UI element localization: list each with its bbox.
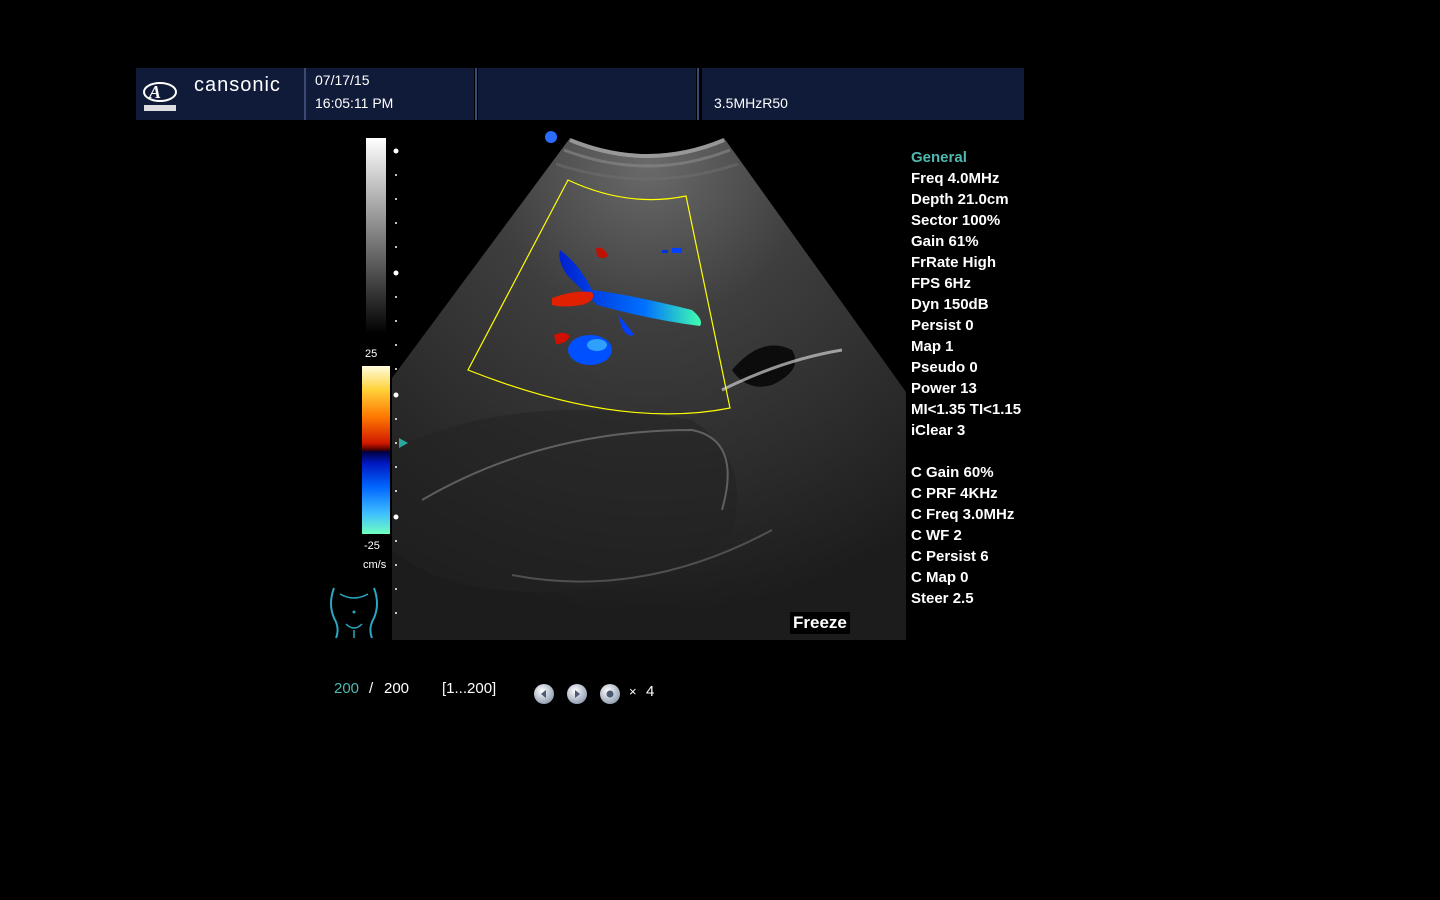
- probe-label: 3.5MHzR50: [714, 95, 788, 111]
- stop-button[interactable]: [600, 684, 620, 704]
- header-divider: [475, 68, 477, 120]
- parameter-item: C Map 0: [911, 569, 969, 586]
- velocity-max-label: 25: [365, 348, 378, 360]
- cine-separator: /: [369, 680, 374, 697]
- parameter-item: Sector 100%: [911, 212, 1001, 229]
- liver-contour: [392, 410, 737, 592]
- cine-total-frames: 200: [384, 680, 410, 697]
- parameter-item: Gain 61%: [911, 233, 979, 250]
- parameter-item: FPS 6Hz: [911, 275, 972, 292]
- flow-blue-dot: [672, 248, 682, 253]
- exam-date: 07/17/15: [315, 72, 370, 88]
- parameter-item: Pseudo 0: [911, 359, 978, 376]
- flow-blue-dot: [662, 250, 668, 253]
- parameter-item: iClear 3: [911, 422, 966, 439]
- parameter-item: Map 1: [911, 338, 954, 355]
- datetime-panel: 07/17/15 16:05:11 PM: [306, 68, 474, 120]
- parameter-item: Power 13: [911, 380, 977, 397]
- exam-time: 16:05:11 PM: [315, 95, 394, 111]
- previous-frame-button[interactable]: [534, 684, 554, 704]
- probe-orientation-marker: [545, 131, 557, 143]
- probe-panel: 3.5MHzR50: [702, 68, 1024, 120]
- parameter-panel: General Freq 4.0MHz Depth 21.0cm Sector 100…: [911, 147, 1024, 609]
- previous-frame-icon: [541, 690, 546, 698]
- speed-multiplier-symbol: ×: [629, 684, 637, 699]
- play-icon: [575, 690, 580, 698]
- header-divider: [697, 68, 699, 120]
- parameter-item: C Gain 60%: [911, 464, 994, 481]
- cansonic-logo-icon: A: [143, 82, 177, 111]
- parameter-item: MI<1.35 TI<1.15: [911, 401, 1022, 418]
- cine-range: [1...200]: [442, 680, 497, 697]
- focus-marker-icon[interactable]: [397, 437, 409, 449]
- parameter-item: FrRate High: [911, 254, 997, 271]
- parameter-item: C Freq 3.0MHz: [911, 506, 1015, 523]
- parameter-item: Depth 21.0cm: [911, 191, 1009, 208]
- color-velocity-bar: [362, 366, 390, 534]
- flow-blue-pool-core: [587, 339, 607, 351]
- stop-icon: [606, 690, 614, 698]
- parameter-item: Persist 0: [911, 317, 974, 334]
- cine-current-frame: 200: [334, 680, 360, 697]
- velocity-min-label: -25: [364, 540, 380, 552]
- parameter-spacer: [911, 441, 1024, 462]
- patient-info-panel: [478, 68, 696, 120]
- parameter-item: Steer 2.5: [911, 590, 974, 607]
- brand-panel: A cansonic: [136, 68, 304, 120]
- abdomen-body-marker-icon[interactable]: [326, 584, 382, 640]
- parameter-item: C WF 2: [911, 527, 962, 544]
- parameter-item: Freq 4.0MHz: [911, 170, 1000, 187]
- svg-text:A: A: [148, 82, 161, 102]
- ultrasound-image[interactable]: [392, 130, 906, 640]
- parameter-item: C PRF 4KHz: [911, 485, 998, 502]
- brand-name: cansonic: [194, 74, 281, 96]
- grayscale-bar: [366, 138, 386, 334]
- parameter-heading: General: [911, 149, 967, 166]
- play-button[interactable]: [567, 684, 587, 704]
- velocity-unit-label: cm/s: [363, 559, 387, 571]
- depth-scale: [393, 148, 399, 614]
- parameter-item: Dyn 150dB: [911, 296, 989, 313]
- cine-speed[interactable]: 4: [646, 683, 654, 700]
- freeze-indicator: Freeze: [790, 612, 850, 634]
- parameter-item: C Persist 6: [911, 548, 989, 565]
- flow-blue-pool: [568, 335, 612, 365]
